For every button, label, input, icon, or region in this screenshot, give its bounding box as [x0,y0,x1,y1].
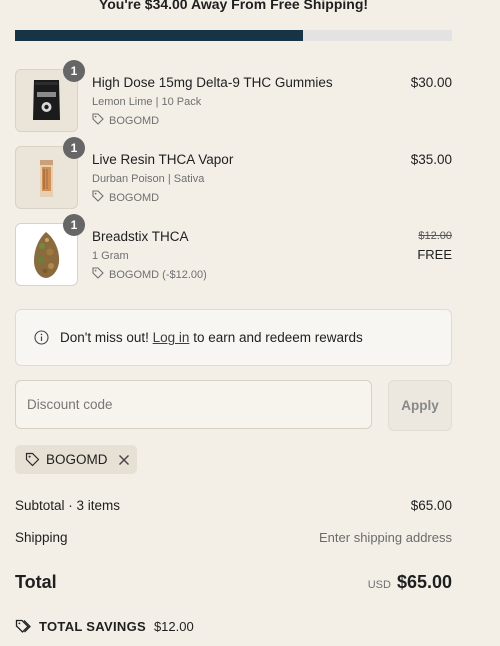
item-price: $35.00 [410,152,452,167]
rewards-suffix: to earn and redeem rewards [193,330,363,345]
item-discount-code: BOGOMD [109,114,160,127]
shipping-value: Enter shipping address [319,530,452,545]
shipping-progress-fill [15,30,303,41]
shipping-progress-bar [15,30,452,41]
apply-discount-button[interactable]: Apply [388,380,452,431]
login-link[interactable]: Log in [153,330,190,345]
item-discount-code: BOGOMD [109,191,160,204]
item-variant: 1 Gram [92,250,129,262]
item-discount-code: BOGOMD (-$12.00) [109,268,207,281]
remove-discount-close-icon[interactable] [118,454,130,466]
subtotal-label: Subtotal · 3 items [15,498,121,513]
currency-code: USD [367,579,391,591]
total-label: Total [15,572,57,592]
tag-icon [92,267,104,282]
tags-icon [15,619,32,634]
item-variant: Durban Poison | Sativa [92,173,205,185]
total-amount: $65.00 [396,572,452,592]
quantity-badge: 1 [63,137,85,159]
applied-discount-chip: BOGOMD [15,445,137,474]
rewards-prefix: Don't miss out! [60,330,149,345]
total-savings-value: $12.00 [153,619,194,634]
info-icon [34,330,49,345]
tag-icon [92,190,104,205]
item-name[interactable]: High Dose 15mg Delta-9 THC Gummies [92,75,333,90]
item-name[interactable]: Live Resin THCA Vapor [92,152,233,167]
rewards-notice: Don't miss out! Log in to earn and redee… [15,309,452,366]
discount-code-input[interactable] [15,380,372,429]
total-row: Total USD $65.00 [15,572,452,593]
quantity-badge: 1 [63,214,85,236]
tag-icon [92,113,104,128]
total-value-group: USD $65.00 [368,572,452,593]
item-discount: BOGOMD [92,113,159,128]
original-price: $12.00 [418,230,452,242]
item-discount: BOGOMD [92,190,159,205]
subtotal-row: Subtotal · 3 items $65.00 [15,498,452,513]
total-savings-label: TOTAL SAVINGS [39,619,146,634]
cart-item: 1 Breadstix THCA 1 Gram BOGOMD (-$12.00)… [15,214,452,287]
cart-item: 1 High Dose 15mg Delta-9 THC Gummies Lem… [15,60,452,133]
shipping-label: Shipping [15,530,68,545]
free-shipping-message: You're $34.00 Away From Free Shipping! [98,0,369,12]
item-variant: Lemon Lime | 10 Pack [92,96,202,108]
subtotal-value: $65.00 [410,498,452,513]
applied-discount-code: BOGOMD [46,452,108,467]
item-name[interactable]: Breadstix THCA [92,229,189,244]
cart-item: 1 Live Resin THCA Vapor Durban Poison | … [15,137,452,210]
total-savings: TOTAL SAVINGS $12.00 [15,619,194,634]
item-discount: BOGOMD (-$12.00) [92,267,207,282]
item-price: FREE [417,247,452,262]
shipping-row: Shipping Enter shipping address [15,530,452,545]
quantity-badge: 1 [63,60,85,82]
item-price: $30.00 [410,75,452,90]
tag-icon [25,452,40,467]
